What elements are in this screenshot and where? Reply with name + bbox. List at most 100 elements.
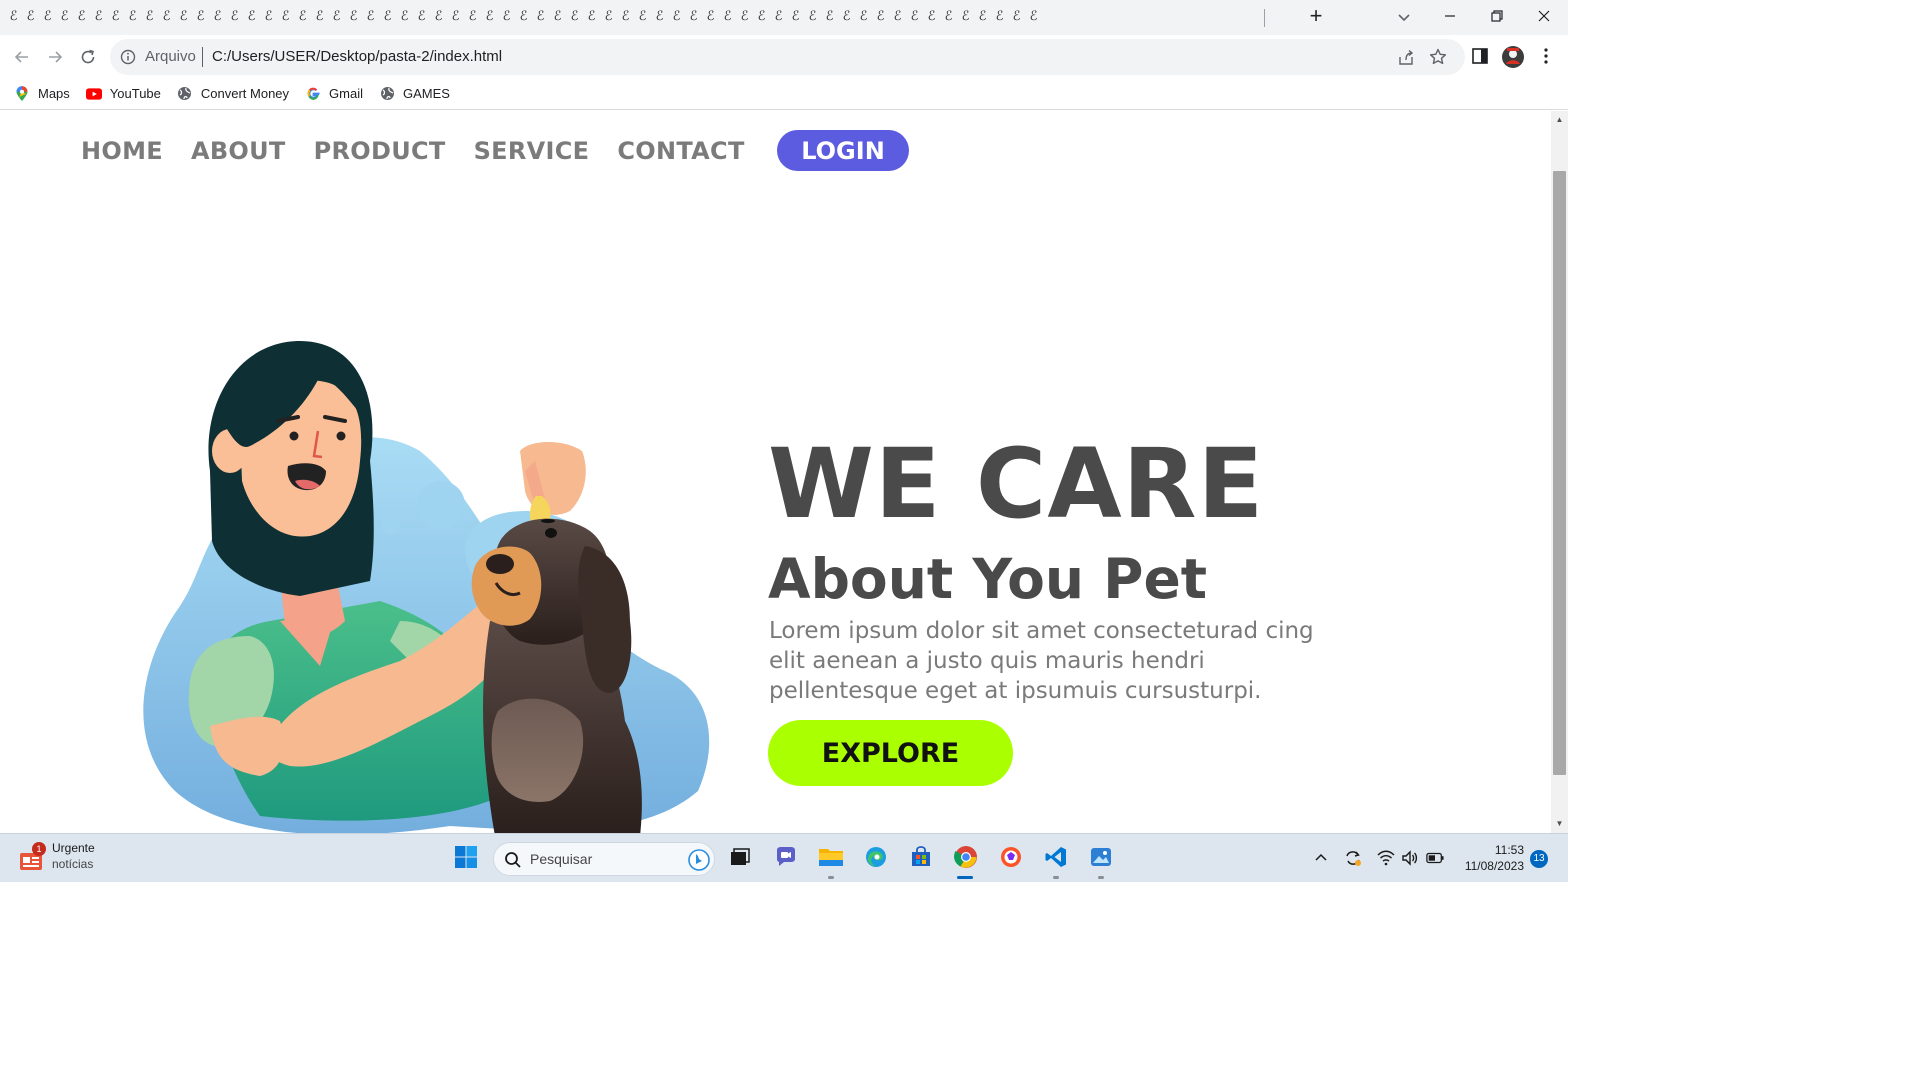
task-view-icon[interactable] <box>727 844 753 870</box>
notification-count-badge[interactable]: 13 <box>1530 850 1548 868</box>
browser-tab[interactable]: ℰ <box>805 6 820 26</box>
chrome-icon[interactable] <box>953 844 979 870</box>
browser-tab[interactable]: ℰ <box>958 6 973 26</box>
browser-tab[interactable]: ℰ <box>176 6 191 26</box>
browser-tab[interactable]: ℰ <box>448 6 463 26</box>
address-url[interactable]: C:/Users/USER/Desktop/pasta-2/index.html <box>212 48 502 65</box>
scroll-thumb[interactable] <box>1553 171 1566 775</box>
browser-tab[interactable]: ℰ <box>703 6 718 26</box>
browser-tab[interactable]: ℰ <box>278 6 293 26</box>
system-clock[interactable]: 11:53 11/08/2023 <box>1460 842 1524 874</box>
browser-tab[interactable]: ℰ <box>907 6 922 26</box>
browser-tab[interactable]: ℰ <box>856 6 871 26</box>
forward-icon[interactable] <box>43 45 67 69</box>
browser-tab[interactable]: ℰ <box>465 6 480 26</box>
browser-tab[interactable]: ℰ <box>380 6 395 26</box>
browser-tab[interactable]: ℰ <box>567 6 582 26</box>
browser-tab[interactable]: ℰ <box>822 6 837 26</box>
browser-tab[interactable]: ℰ <box>550 6 565 26</box>
browser-tab[interactable]: ℰ <box>1026 6 1041 26</box>
vscode-icon[interactable] <box>1043 844 1069 870</box>
browser-tab[interactable]: ℰ <box>397 6 412 26</box>
nav-home[interactable]: HOME <box>81 137 163 165</box>
bookmark-games[interactable]: GAMES <box>379 86 450 102</box>
nav-product[interactable]: PRODUCT <box>314 137 446 165</box>
browser-tab[interactable]: ℰ <box>295 6 310 26</box>
info-icon[interactable] <box>120 49 136 65</box>
browser-tab[interactable]: ℰ <box>227 6 242 26</box>
bookmark-star-icon[interactable] <box>1428 47 1448 67</box>
browser-tab[interactable]: ℰ <box>108 6 123 26</box>
browser-tab[interactable]: ℰ <box>57 6 72 26</box>
browser-tab[interactable]: ℰ <box>125 6 140 26</box>
photos-icon[interactable] <box>1088 844 1114 870</box>
page-scrollbar[interactable]: ▲ ▼ <box>1551 111 1568 833</box>
browser-tab[interactable]: ℰ <box>516 6 531 26</box>
browser-tab[interactable]: ℰ <box>91 6 106 26</box>
browser-tab[interactable]: ℰ <box>159 6 174 26</box>
browser-tab[interactable]: ℰ <box>74 6 89 26</box>
news-widget[interactable]: 1 Urgente notícias <box>18 840 95 874</box>
back-icon[interactable] <box>10 45 34 69</box>
nav-contact[interactable]: CONTACT <box>617 137 744 165</box>
store-icon[interactable] <box>908 844 934 870</box>
bing-icon[interactable] <box>688 849 710 871</box>
new-tab-button[interactable]: + <box>1303 5 1329 29</box>
start-windows-icon[interactable] <box>453 844 479 870</box>
browser-tab[interactable]: ℰ <box>720 6 735 26</box>
browser-tab[interactable]: ℰ <box>312 6 327 26</box>
chevron-up-icon[interactable] <box>1312 849 1330 867</box>
browser-tab[interactable]: ℰ <box>635 6 650 26</box>
browser-tab[interactable]: ℰ <box>23 6 38 26</box>
profile-avatar[interactable] <box>1501 45 1525 69</box>
browser-tab[interactable]: ℰ <box>873 6 888 26</box>
bookmark-convert-money[interactable]: Convert Money <box>177 86 289 102</box>
bookmark-youtube[interactable]: YouTube <box>85 86 161 102</box>
nav-about[interactable]: ABOUT <box>191 137 286 165</box>
reload-icon[interactable] <box>76 45 100 69</box>
browser-tab[interactable]: ℰ <box>482 6 497 26</box>
bookmark-maps[interactable]: Maps <box>14 85 70 102</box>
browser-tab[interactable]: ℰ <box>499 6 514 26</box>
browser-tab[interactable]: ℰ <box>40 6 55 26</box>
browser-tab[interactable]: ℰ <box>363 6 378 26</box>
browser-tab[interactable]: ℰ <box>601 6 616 26</box>
browser-tab[interactable]: ℰ <box>261 6 276 26</box>
browser-tab[interactable]: ℰ <box>992 6 1007 26</box>
browser-tab[interactable]: ℰ <box>210 6 225 26</box>
bookmark-gmail[interactable]: Gmail <box>305 86 363 102</box>
side-panel-icon[interactable] <box>1470 46 1492 68</box>
browser-tab[interactable]: ℰ <box>431 6 446 26</box>
browser-tab[interactable]: ℰ <box>754 6 769 26</box>
browser-tab[interactable]: ℰ <box>924 6 939 26</box>
tab-search-chevron-icon[interactable] <box>1394 7 1414 27</box>
brave-browser-icon[interactable] <box>998 844 1024 870</box>
browser-tab[interactable]: ℰ <box>669 6 684 26</box>
file-explorer-icon[interactable] <box>818 844 844 870</box>
browser-tab[interactable]: ℰ <box>788 6 803 26</box>
wifi-icon[interactable] <box>1377 849 1395 867</box>
browser-tab[interactable]: ℰ <box>533 6 548 26</box>
browser-tab[interactable]: ℰ <box>244 6 259 26</box>
edge-icon[interactable] <box>863 844 889 870</box>
browser-tab[interactable]: ℰ <box>839 6 854 26</box>
volume-icon[interactable] <box>1401 849 1419 867</box>
address-bar[interactable]: Arquivo C:/Users/USER/Desktop/pasta-2/in… <box>110 39 1465 75</box>
explore-button[interactable]: EXPLORE <box>768 720 1013 786</box>
browser-tab[interactable]: ℰ <box>346 6 361 26</box>
minimize-icon[interactable] <box>1436 4 1464 28</box>
browser-tab[interactable]: ℰ <box>6 6 21 26</box>
browser-tab[interactable]: ℰ <box>686 6 701 26</box>
teams-chat-icon[interactable] <box>773 844 799 870</box>
browser-tab[interactable]: ℰ <box>890 6 905 26</box>
login-button[interactable]: LOGIN <box>777 130 909 171</box>
browser-tab[interactable]: ℰ <box>142 6 157 26</box>
browser-tab[interactable]: ℰ <box>771 6 786 26</box>
browser-tab[interactable]: ℰ <box>584 6 599 26</box>
browser-tab[interactable]: ℰ <box>193 6 208 26</box>
scroll-up-icon[interactable]: ▲ <box>1555 116 1564 124</box>
browser-tab[interactable]: ℰ <box>1009 6 1024 26</box>
scroll-down-icon[interactable]: ▼ <box>1555 820 1564 828</box>
close-icon[interactable] <box>1530 4 1558 28</box>
battery-icon[interactable] <box>1426 849 1444 867</box>
